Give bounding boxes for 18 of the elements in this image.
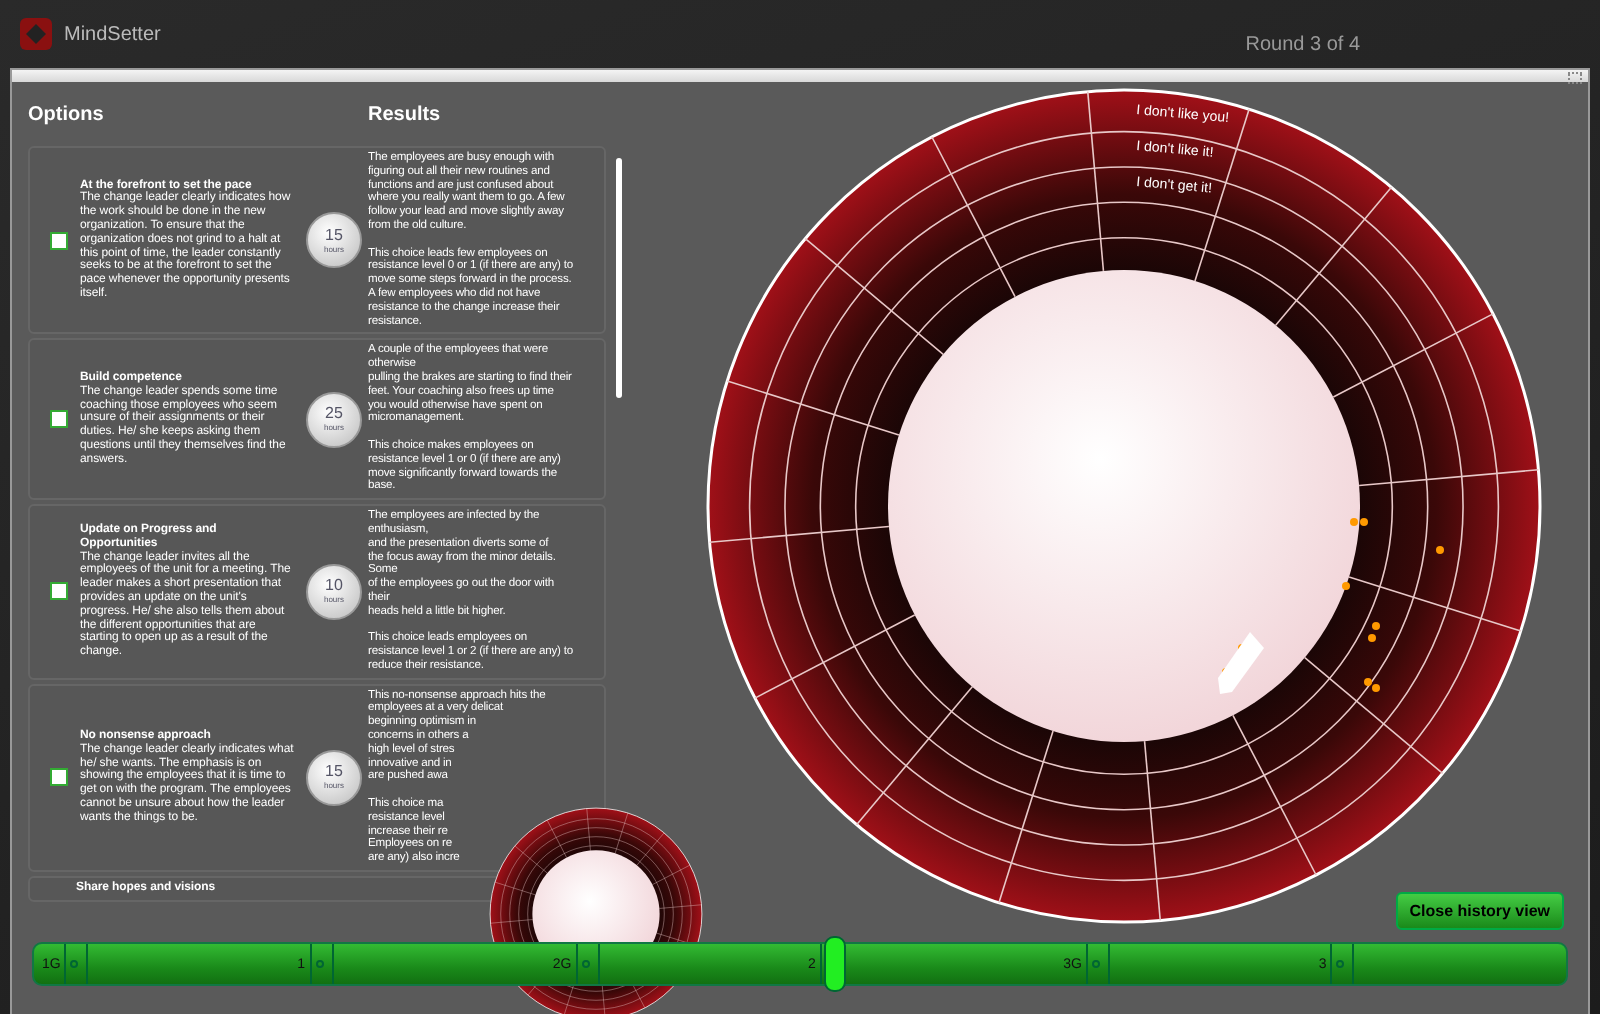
timeline-tick-icon xyxy=(309,944,334,984)
option-checkbox[interactable] xyxy=(50,582,68,601)
timeline-tick-icon xyxy=(575,944,600,984)
round-counter: Round 3 of 4 xyxy=(1245,33,1360,55)
scrollbar-thumb[interactable] xyxy=(616,158,622,398)
timeline-handle[interactable] xyxy=(824,936,846,992)
timeline-tick-icon xyxy=(1330,944,1355,984)
results-heading: Results xyxy=(368,103,443,125)
option-checkbox[interactable] xyxy=(50,768,68,787)
option-checkbox[interactable] xyxy=(50,410,68,429)
logo-icon xyxy=(20,18,52,50)
close-history-button[interactable]: Close history view xyxy=(1395,892,1564,930)
timeline-tick-icon xyxy=(1086,944,1110,984)
options-heading: Options xyxy=(28,103,106,125)
app-name: MindSetter xyxy=(64,23,161,45)
timeline-tick-icon xyxy=(64,944,89,984)
resize-grip-icon[interactable] xyxy=(1568,72,1582,84)
option-checkbox[interactable] xyxy=(50,231,68,250)
